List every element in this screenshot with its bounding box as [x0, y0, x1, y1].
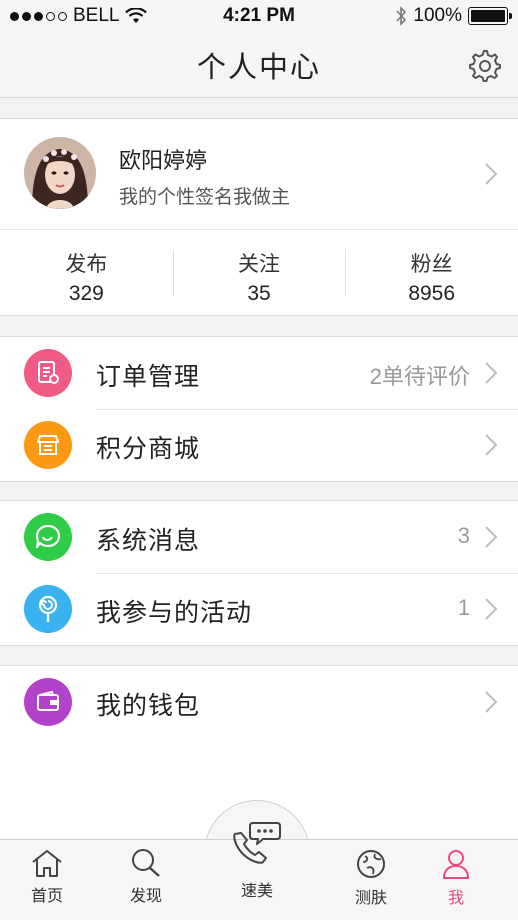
- search-icon: [132, 849, 160, 877]
- gear-icon[interactable]: [468, 49, 502, 83]
- chevron-right-icon: [485, 362, 498, 384]
- chevron-right-icon: [485, 163, 498, 185]
- chat-bubble-icon: [24, 513, 72, 561]
- menu-label: 系统消息: [96, 527, 201, 555]
- stat-value: 329: [68, 282, 104, 305]
- status-bar: BELL 4:21 PM 100%: [0, 0, 518, 32]
- menu-label: 我的钱包: [96, 692, 201, 720]
- menu-item-messages[interactable]: 系统消息 3: [0, 501, 518, 573]
- tab-label: 测肤: [354, 890, 387, 907]
- stat-fans[interactable]: 粉丝 8956: [345, 230, 518, 316]
- home-icon: [32, 850, 62, 877]
- tab-me[interactable]: 我: [421, 848, 491, 908]
- phone-chat-icon: [233, 822, 281, 864]
- wifi-icon: [125, 8, 148, 23]
- bluetooth-icon: [396, 6, 407, 26]
- tab-skin-test[interactable]: 测肤: [336, 848, 406, 908]
- chevron-right-icon: [485, 598, 498, 620]
- stat-posts[interactable]: 发布 329: [0, 230, 173, 316]
- stat-label: 关注: [238, 253, 280, 276]
- header: 个人中心: [0, 32, 518, 98]
- profile-row[interactable]: 欧阳婷婷 我的个性签名我做主: [0, 119, 518, 229]
- page-title: 个人中心: [196, 51, 321, 84]
- tab-label: 我: [447, 890, 464, 907]
- order-list-icon: [24, 349, 72, 397]
- menu-label: 订单管理: [96, 363, 201, 391]
- menu-item-points-mall[interactable]: 积分商城: [0, 409, 518, 481]
- tab-label: 速美: [240, 883, 273, 900]
- menu-group-wallet: 我的钱包: [0, 665, 518, 739]
- menu-item-wallet[interactable]: 我的钱包: [0, 666, 518, 739]
- user-icon: [443, 850, 469, 879]
- stat-value: 35: [247, 282, 271, 305]
- menu-group-activity: 系统消息 3 我参与的活动 1: [0, 500, 518, 646]
- avatar[interactable]: [24, 137, 96, 209]
- stat-label: 发布: [65, 253, 108, 276]
- skin-test-icon: [357, 850, 385, 878]
- menu-label: 积分商城: [96, 435, 201, 463]
- pending-review-count: 2单待评价: [369, 364, 470, 389]
- menu-item-orders[interactable]: 订单管理 2单待评价: [0, 337, 518, 409]
- menu-group-shopping: 订单管理 2单待评价 积分商城: [0, 336, 518, 482]
- tab-sumei[interactable]: 速美: [222, 820, 292, 901]
- stats-row: 发布 329 关注 35 粉丝 8956: [0, 229, 518, 316]
- wallet-icon: [24, 678, 72, 726]
- battery-fill: [471, 10, 505, 22]
- stat-label: 粉丝: [410, 253, 453, 276]
- chevron-right-icon: [485, 526, 498, 548]
- chevron-right-icon: [485, 691, 498, 713]
- battery-percent: 100%: [413, 5, 462, 26]
- profile-name: 欧阳婷婷: [119, 148, 208, 173]
- tab-discover[interactable]: 发现: [111, 848, 181, 906]
- profile-signature: 我的个性签名我做主: [119, 187, 291, 208]
- store-icon: [24, 421, 72, 469]
- status-left: BELL: [10, 5, 148, 27]
- tab-label: 发现: [129, 888, 162, 905]
- avatar-image: [24, 137, 96, 209]
- profile-card: 欧阳婷婷 我的个性签名我做主 发布 329 关注 35 粉丝 8956: [0, 118, 518, 316]
- tab-label: 首页: [30, 888, 63, 905]
- tab-home[interactable]: 首页: [12, 848, 82, 906]
- lollipop-icon: [24, 585, 72, 633]
- unread-count: 3: [457, 523, 470, 548]
- signal-strength-icon: [10, 11, 67, 21]
- menu-label: 我参与的活动: [96, 599, 253, 627]
- status-right: 100%: [395, 5, 512, 27]
- chevron-right-icon: [485, 434, 498, 456]
- menu-item-activities[interactable]: 我参与的活动 1: [0, 573, 518, 645]
- stat-following[interactable]: 关注 35: [172, 230, 346, 316]
- carrier-name: BELL: [73, 5, 120, 26]
- stat-value: 8956: [408, 282, 456, 305]
- battery-icon: [468, 7, 512, 25]
- activity-count: 1: [457, 595, 470, 620]
